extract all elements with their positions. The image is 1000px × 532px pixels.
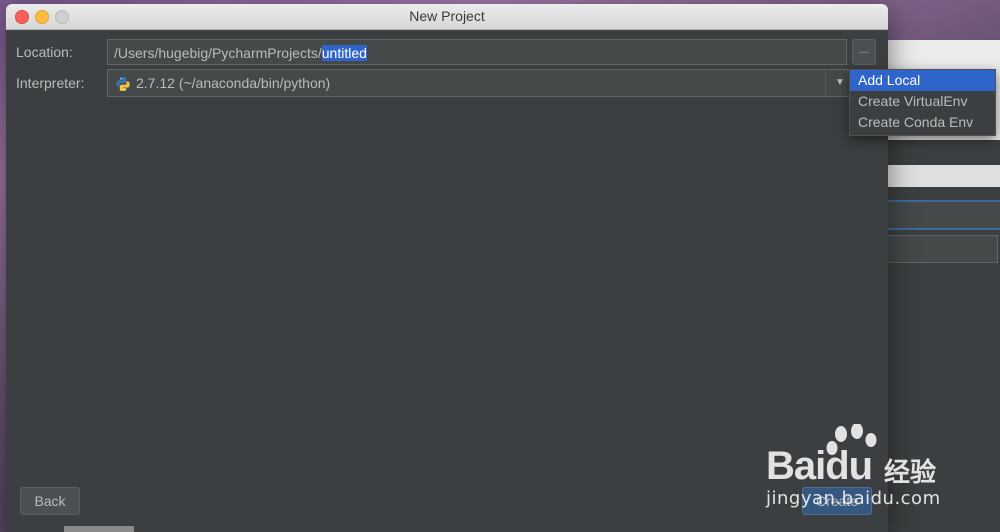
location-path-selected: untitled	[321, 45, 367, 61]
background-window-field	[870, 200, 1000, 230]
location-input[interactable]: /Users/hugebig/PycharmProjects/untitled	[107, 39, 847, 65]
new-project-dialog: New Project Location: /Users/hugebig/Pyc…	[6, 4, 888, 532]
title-bar: New Project	[6, 4, 888, 30]
window-title: New Project	[409, 8, 485, 24]
location-path-prefix: /Users/hugebig/PycharmProjects/	[114, 45, 322, 61]
back-button[interactable]: Back	[20, 487, 80, 515]
location-label: Location:	[16, 44, 73, 60]
browse-button[interactable]: ...	[852, 39, 876, 65]
interpreter-value: 2.7.12 (~/anaconda/bin/python)	[136, 75, 331, 91]
python-icon	[116, 77, 130, 91]
create-button[interactable]: Create	[802, 487, 872, 515]
interpreter-select[interactable]: 2.7.12 (~/anaconda/bin/python) ▼	[107, 69, 875, 97]
menu-item-create-virtualenv[interactable]: Create VirtualEnv	[850, 91, 995, 112]
menu-item-create-conda-env[interactable]: Create Conda Env	[850, 112, 995, 133]
interpreter-label: Interpreter:	[16, 75, 85, 91]
background-window-bar	[870, 165, 1000, 187]
dropdown-separator	[825, 70, 826, 96]
dock-item	[64, 526, 134, 532]
interpreter-popup-menu: Add Local Create VirtualEnv Create Conda…	[849, 69, 996, 136]
menu-item-add-local[interactable]: Add Local	[850, 70, 995, 91]
dropdown-arrow-icon[interactable]: ▼	[830, 70, 850, 96]
background-window-field	[870, 235, 998, 263]
